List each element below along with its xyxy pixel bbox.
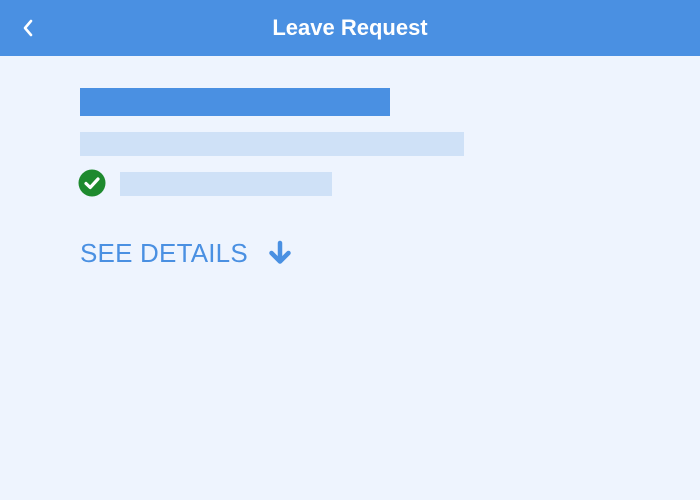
back-button[interactable]: [10, 10, 46, 46]
title-placeholder: [80, 88, 390, 116]
see-details-label: SEE DETAILS: [80, 238, 248, 268]
check-circle-icon: [78, 169, 106, 197]
app-header: Leave Request: [0, 0, 700, 56]
chevron-left-icon: [21, 19, 35, 37]
page-title: Leave Request: [272, 15, 428, 40]
status-row: [78, 169, 338, 197]
status-placeholder: [120, 172, 332, 196]
subtitle-placeholder: [80, 132, 464, 156]
request-summary: SEE DETAILS: [0, 56, 700, 500]
arrow-down-icon: [266, 239, 294, 267]
see-details-button[interactable]: SEE DETAILS: [80, 236, 294, 270]
